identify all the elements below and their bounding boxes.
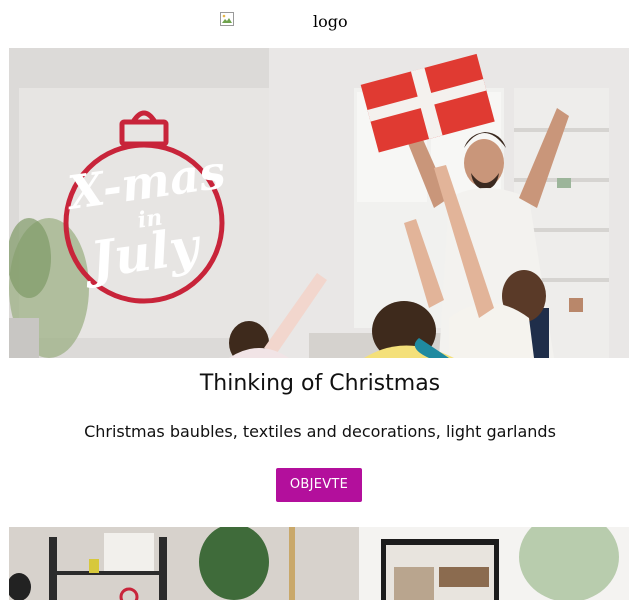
logo[interactable]: logo (313, 12, 348, 32)
hero-illustration: X-mas in July (9, 48, 629, 358)
header: logo (0, 0, 640, 48)
email-page: logo X-mas in July Thinking of Christmas… (0, 0, 640, 600)
promo-description: Christmas baubles, textiles and decorati… (84, 422, 556, 441)
hero-image[interactable]: X-mas in July (9, 48, 629, 358)
promo-headline: Thinking of Christmas (199, 371, 441, 396)
second-banner-image[interactable] (9, 527, 629, 600)
broken-image-icon (220, 12, 234, 26)
discover-button[interactable]: OBJEVTE (276, 468, 362, 502)
second-banner-illustration (9, 527, 629, 600)
